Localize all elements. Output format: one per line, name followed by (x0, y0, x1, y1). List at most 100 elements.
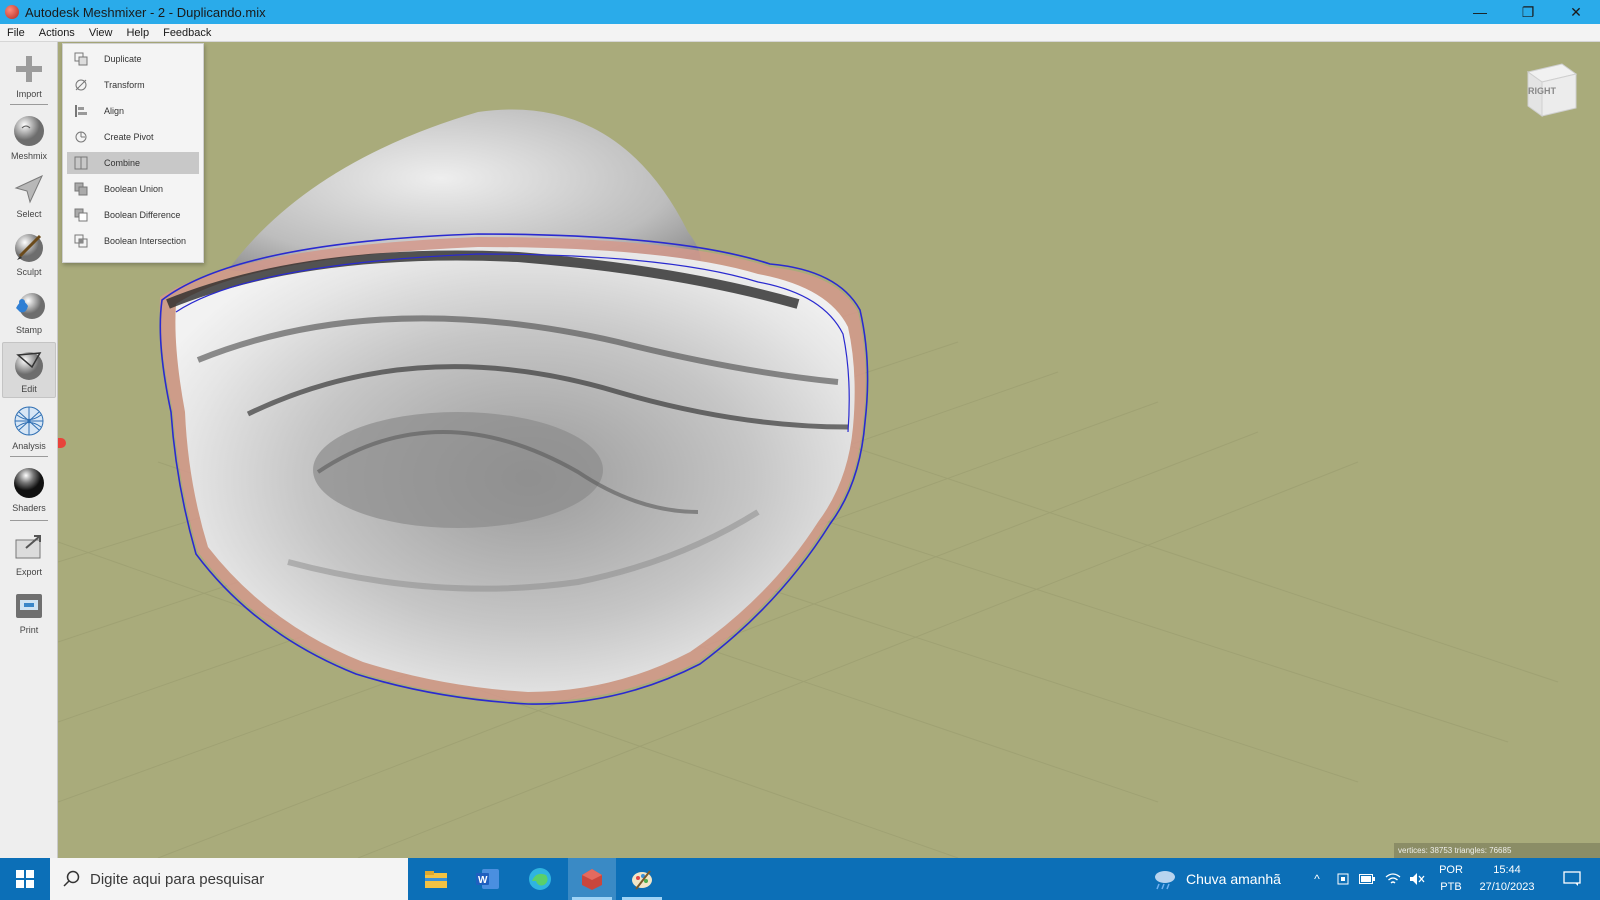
taskbar-clock[interactable]: 15:44 27/10/2023 (1470, 862, 1544, 896)
import-tool[interactable]: Import (2, 48, 56, 104)
restore-button[interactable]: ❐ (1504, 0, 1552, 24)
windows-taskbar: Digite aqui para pesquisar W Chuva amanh… (0, 858, 1600, 900)
plus-icon (16, 56, 42, 82)
stamp-icon (16, 293, 45, 319)
menu-item-boolean-intersection[interactable]: Boolean Intersection (67, 230, 199, 252)
svg-text:W: W (478, 875, 488, 886)
meshmixer-app-icon (5, 5, 19, 19)
taskbar-paint[interactable] (618, 858, 666, 900)
tool-label: Analysis (12, 441, 46, 451)
keyboard-layout: PTB (1440, 881, 1462, 893)
combine-icon (74, 156, 88, 170)
wifi-icon[interactable] (1384, 870, 1402, 888)
menu-item-label: Boolean Difference (104, 210, 181, 220)
meshmixer-icon (582, 869, 602, 890)
notification-center-button[interactable] (1552, 858, 1592, 900)
menu-feedback[interactable]: Feedback (156, 27, 218, 39)
print-tool[interactable]: Print (2, 584, 56, 640)
menu-item-transform[interactable]: Transform (67, 74, 199, 96)
edit-sphere-icon (15, 352, 43, 380)
device-icon[interactable] (1334, 870, 1352, 888)
align-icon (74, 104, 88, 118)
search-placeholder: Digite aqui para pesquisar (90, 870, 265, 888)
meshmix-tool[interactable]: Meshmix (2, 110, 56, 166)
window-controls: — ❐ ✕ (1456, 0, 1600, 24)
tool-label: Sculpt (16, 267, 42, 277)
minimize-button[interactable]: — (1456, 0, 1504, 24)
taskbar-edge[interactable] (516, 858, 564, 900)
menu-item-label: Transform (104, 80, 145, 90)
clock-time: 15:44 (1493, 864, 1521, 876)
menu-actions[interactable]: Actions (32, 27, 82, 39)
scene-canvas[interactable] (58, 42, 1600, 858)
toolbar-divider (10, 520, 48, 521)
tool-label: Export (15, 567, 42, 577)
shaders-tool[interactable]: Shaders (2, 462, 56, 518)
analysis-tool[interactable]: Analysis (2, 400, 56, 456)
menu-item-label: Boolean Union (104, 184, 164, 194)
tool-label: Print (19, 625, 39, 635)
menu-help[interactable]: Help (119, 27, 156, 39)
menu-item-label: Create Pivot (104, 132, 154, 142)
language-indicator[interactable]: POR PTB (1436, 862, 1466, 896)
tool-label: Shaders (12, 503, 46, 513)
word-icon: W (476, 869, 499, 889)
menu-view[interactable]: View (82, 27, 120, 39)
windows-logo-icon (16, 870, 34, 888)
taskbar-file-explorer[interactable] (412, 858, 460, 900)
select-arrow-icon (14, 174, 44, 204)
tool-label: Meshmix (10, 151, 47, 161)
taskbar-meshmixer[interactable] (568, 858, 616, 900)
toolbar-divider (10, 104, 48, 105)
menu-item-align[interactable]: Align (67, 100, 199, 122)
mesh-cavity (313, 412, 603, 528)
menu-item-boolean-difference[interactable]: Boolean Difference (67, 204, 199, 226)
notification-icon (1563, 871, 1581, 886)
file-explorer-icon (425, 871, 447, 888)
tool-label: Edit (21, 384, 37, 394)
tool-label: Import (16, 89, 42, 99)
taskbar-word[interactable]: W (464, 858, 512, 900)
export-icon (15, 535, 41, 559)
menu-bar: File Actions View Help Feedback (0, 24, 1600, 42)
select-tool[interactable]: Select (2, 168, 56, 224)
meshmix-sphere-icon (14, 116, 44, 146)
export-tool[interactable]: Export (2, 526, 56, 582)
battery-icon[interactable] (1358, 870, 1376, 888)
menu-item-boolean-union[interactable]: Boolean Union (67, 178, 199, 200)
boolean-difference-icon (74, 208, 88, 222)
pivot-icon (74, 130, 88, 144)
edge-icon (529, 868, 551, 890)
tool-label: Select (16, 209, 42, 219)
rain-cloud-icon (1155, 871, 1175, 890)
chevron-up-icon[interactable]: ^ (1308, 870, 1326, 888)
boolean-union-icon (74, 182, 88, 196)
clock-date: 27/10/2023 (1479, 881, 1535, 893)
weather-widget[interactable]: Chuva amanhã (1152, 858, 1281, 900)
start-button[interactable] (0, 858, 50, 900)
close-button[interactable]: ✕ (1552, 0, 1600, 24)
view-cube[interactable]: RIGHT (1522, 58, 1582, 120)
print-icon (16, 594, 42, 618)
tool-label: Stamp (15, 325, 42, 335)
edit-tool[interactable]: Edit (2, 342, 56, 398)
language-code: POR (1439, 864, 1463, 876)
menu-item-create-pivot[interactable]: Create Pivot (67, 126, 199, 148)
sculpt-tool[interactable]: Sculpt (2, 226, 56, 282)
3d-viewport[interactable] (58, 42, 1600, 858)
menu-item-combine[interactable]: Combine (67, 152, 199, 174)
title-bar: Autodesk Meshmixer - 2 - Duplicando.mix … (0, 0, 1600, 24)
taskbar-search[interactable]: Digite aqui para pesquisar (50, 858, 408, 900)
boolean-intersection-icon (74, 234, 88, 248)
actions-dropdown-menu: Duplicate Transform Align Create Pivot C… (62, 43, 204, 263)
menu-item-label: Combine (104, 158, 141, 168)
toolbar-divider (10, 456, 48, 457)
analysis-globe-icon (14, 406, 44, 436)
speaker-muted-icon[interactable] (1408, 870, 1426, 888)
sculpt-brush-icon (15, 234, 43, 262)
window-title: Autodesk Meshmixer - 2 - Duplicando.mix (25, 4, 266, 20)
weather-text: Chuva amanhã (1186, 871, 1281, 887)
stamp-tool[interactable]: Stamp (2, 284, 56, 340)
menu-file[interactable]: File (0, 27, 32, 39)
menu-item-duplicate[interactable]: Duplicate (67, 48, 199, 70)
